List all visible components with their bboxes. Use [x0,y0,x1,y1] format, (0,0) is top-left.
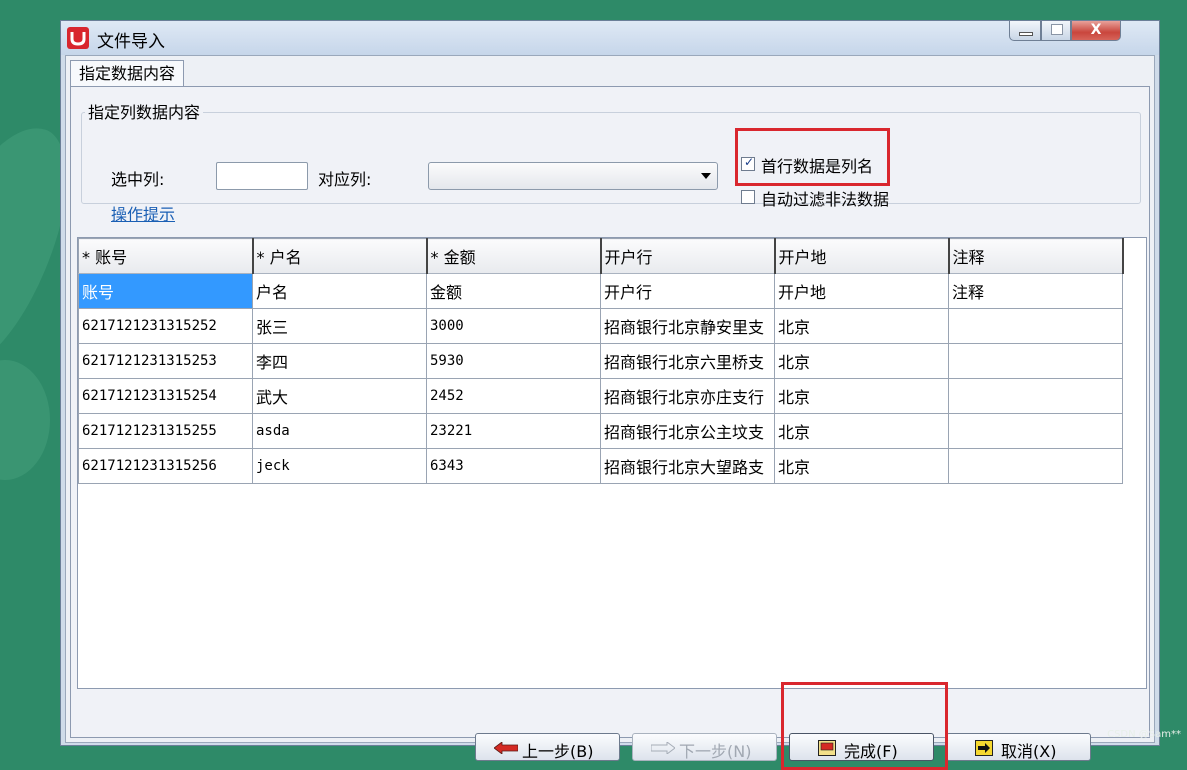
table-row[interactable]: 6217121231315255 asda 23221 招商银行北京公主坟支 北… [78,413,1123,449]
table-header-row: * 账号 * 户名 * 金额 开户行 开户地 注释 [78,238,1124,274]
column-header-location[interactable]: 开户地 [774,238,950,274]
table-cell[interactable]: 5930 [426,343,601,379]
table-cell[interactable]: 武大 [252,378,427,414]
table-cell[interactable]: 户名 [252,273,427,309]
cancel-button[interactable]: 取消(X) [946,733,1091,761]
file-import-dialog: 文件导入 X 指定数据内容 指定列数据内容 选中列: 对应列: 操作提示 ✓ 首… [60,20,1160,770]
table-cell[interactable]: 招商银行北京大望路支 [600,448,775,484]
tab-panel: 指定列数据内容 选中列: 对应列: 操作提示 ✓ 首行数据是列名 自动过滤非法数… [70,86,1150,770]
close-icon: X [1090,22,1102,38]
mapped-column-dropdown[interactable] [428,162,718,190]
table-cell[interactable]: 3000 [426,308,601,344]
table-cell-selected[interactable]: 账号 [78,273,253,309]
exit-icon [975,740,993,756]
table-cell[interactable]: 6217121231315253 [78,343,253,379]
table-cell[interactable]: 招商银行北京六里桥支 [600,343,775,379]
table-cell[interactable]: 6217121231315255 [78,413,253,449]
arrow-left-icon [494,742,518,754]
table-cell[interactable]: 北京 [774,378,949,414]
cancel-label: 取消(X) [1001,742,1057,761]
column-header-amount[interactable]: * 金额 [426,238,602,274]
table-cell[interactable]: 北京 [774,343,949,379]
maximize-icon [1051,24,1063,35]
table-cell[interactable]: 招商银行北京公主坟支 [600,413,775,449]
window-title: 文件导入 [97,32,165,52]
prev-step-button[interactable]: 上一步(B) [475,733,620,761]
watermark-text: CSDN @Sam** [1107,729,1181,740]
table-cell[interactable]: 6217121231315254 [78,378,253,414]
table-cell[interactable] [948,308,1123,344]
table-cell[interactable] [948,413,1123,449]
selected-column-label: 选中列: [111,170,165,189]
mapped-column-label: 对应列: [318,170,372,189]
title-bar[interactable]: 文件导入 X [61,21,1159,55]
table-cell[interactable]: 李四 [252,343,427,379]
table-cell[interactable]: asda [252,413,427,449]
column-header-bank[interactable]: 开户行 [600,238,776,274]
next-step-button[interactable]: 下一步(N) [632,733,777,761]
auto-filter-checkbox[interactable] [741,190,755,204]
maximize-button[interactable] [1041,21,1071,41]
data-grid[interactable]: * 账号 * 户名 * 金额 开户行 开户地 注释 账号 户名 金额 开户行 开… [77,237,1147,689]
table-row[interactable]: 账号 户名 金额 开户行 开户地 注释 [78,273,1123,309]
table-cell[interactable]: 6343 [426,448,601,484]
column-header-note[interactable]: 注释 [948,238,1124,274]
table-cell[interactable] [948,448,1123,484]
tab-label: 指定数据内容 [79,64,176,83]
minimize-button[interactable] [1009,21,1041,41]
selected-column-input[interactable] [216,162,308,190]
column-header-account-name[interactable]: * 户名 [252,238,428,274]
dialog-client-area: 指定数据内容 指定列数据内容 选中列: 对应列: 操作提示 ✓ 首行数据是列名 … [65,55,1155,770]
minimize-icon [1019,32,1033,36]
background-leaf [0,360,50,480]
table-cell[interactable]: 2452 [426,378,601,414]
close-button[interactable]: X [1071,21,1121,41]
table-cell[interactable]: 6217121231315256 [78,448,253,484]
table-cell[interactable]: 注释 [948,273,1123,309]
table-row[interactable]: 6217121231315253 李四 5930 招商银行北京六里桥支 北京 [78,343,1123,379]
help-link[interactable]: 操作提示 [111,201,175,225]
prev-step-label: 上一步(B) [522,742,594,761]
table-row[interactable]: 6217121231315252 张三 3000 招商银行北京静安里支 北京 [78,308,1123,344]
table-cell[interactable]: jeck [252,448,427,484]
table-cell[interactable]: 张三 [252,308,427,344]
table-cell[interactable]: 北京 [774,448,949,484]
table-row[interactable]: 6217121231315254 武大 2452 招商银行北京亦庄支行 北京 [78,378,1123,414]
auto-filter-label[interactable]: 自动过滤非法数据 [761,186,889,210]
highlight-annotation-box [735,128,890,186]
chevron-down-icon [701,173,711,179]
table-cell[interactable]: 北京 [774,413,949,449]
table-cell[interactable]: 金额 [426,273,601,309]
column-header-account[interactable]: * 账号 [78,238,254,274]
column-settings-group [81,112,1141,204]
table-cell[interactable] [948,343,1123,379]
table-row[interactable]: 6217121231315256 jeck 6343 招商银行北京大望路支 北京 [78,448,1123,484]
highlight-annotation-box [781,682,948,770]
table-cell[interactable] [948,378,1123,414]
table-cell[interactable]: 招商银行北京静安里支 [600,308,775,344]
group-title: 指定列数据内容 [85,99,204,123]
table-cell[interactable]: 招商银行北京亦庄支行 [600,378,775,414]
next-step-label: 下一步(N) [679,742,752,761]
table-cell[interactable]: 23221 [426,413,601,449]
table-cell[interactable]: 开户地 [774,273,949,309]
tab-specify-data[interactable]: 指定数据内容 [70,60,185,87]
table-cell[interactable]: 北京 [774,308,949,344]
arrow-right-icon [651,742,675,754]
table-cell[interactable]: 开户行 [600,273,775,309]
data-table: * 账号 * 户名 * 金额 开户行 开户地 注释 账号 户名 金额 开户行 开… [78,238,1124,484]
app-logo-icon [67,27,89,49]
table-cell[interactable]: 6217121231315252 [78,308,253,344]
